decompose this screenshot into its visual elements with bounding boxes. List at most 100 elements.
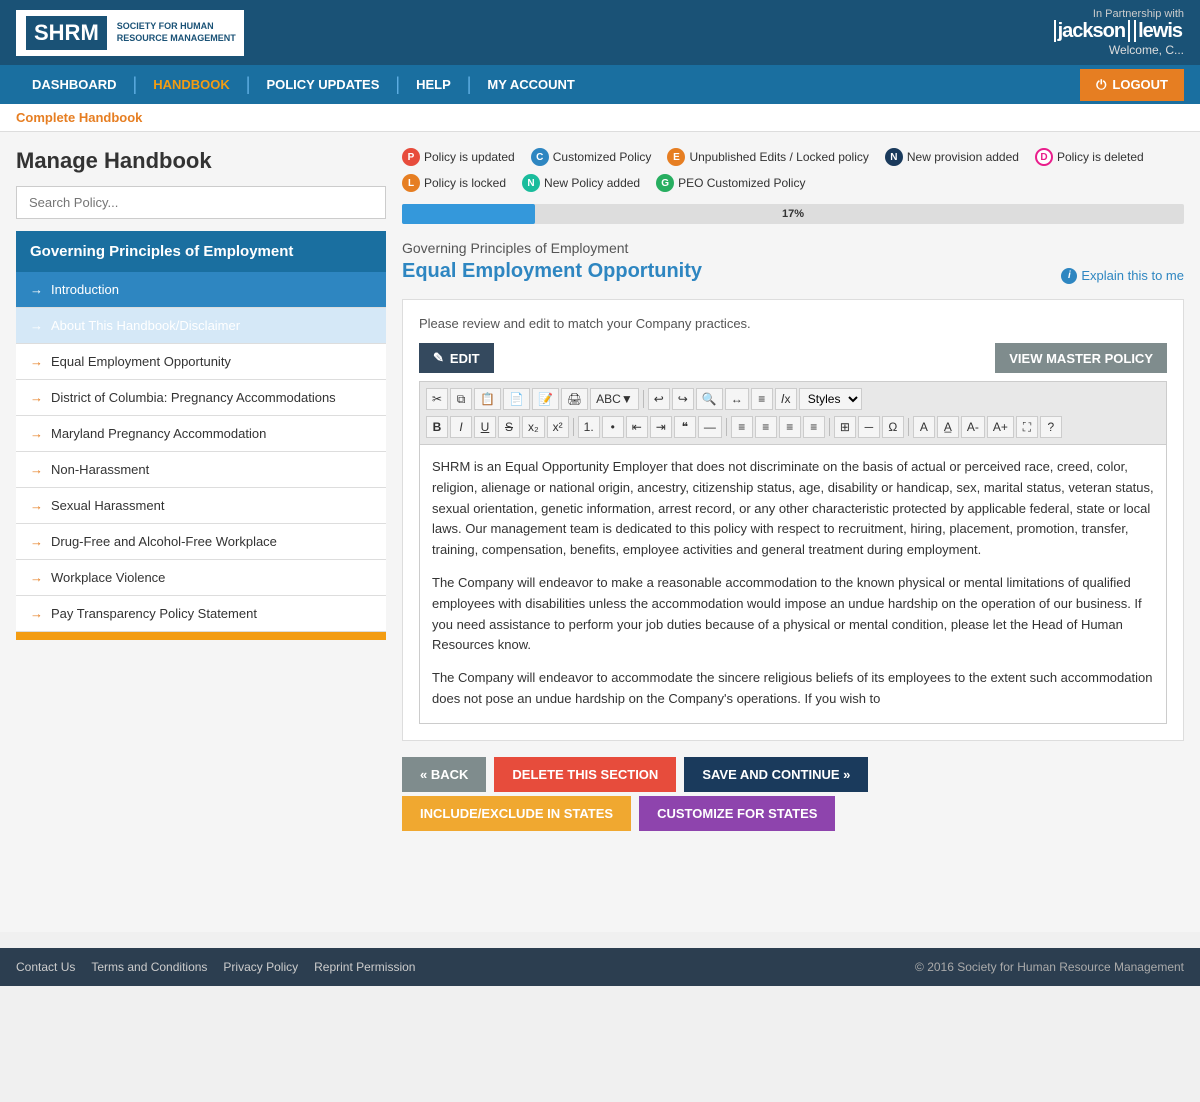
sidebar-item-label: Pay Transparency Policy Statement [51,606,257,621]
toolbar-row-1: ✂ ⧉ 📋 📄 📝 🖨 ABC▼ ↩ ↪ 🔍 ↔ ≡ 𝐼x Styles [426,386,862,412]
arrow-icon: → [30,606,43,621]
sidebar-item-non-harassment[interactable]: → Non-Harassment [16,452,386,488]
legend-label-customized: Customized Policy [553,150,652,164]
sidebar-item-label: Maryland Pregnancy Accommodation [51,426,266,441]
tb-spellcheck[interactable]: ABC▼ [590,388,639,410]
tb-blockquote[interactable]: ❝ [674,416,696,438]
logout-button[interactable]: ⏻ LOGOUT [1080,69,1184,101]
tb-fullscreen[interactable]: ⛶ [1016,416,1038,438]
toolbar-row-2: B I U S x₂ x² 1. • ⇤ ⇥ ❝ — ≡ ≡ ≡ [426,414,1014,440]
sidebar-item-label: About This Handbook/Disclaimer [51,318,240,333]
tb-undo[interactable]: ↩ [648,388,670,410]
sidebar-item-about[interactable]: → About This Handbook/Disclaimer [16,308,386,344]
explain-link[interactable]: i Explain this to me [1061,268,1184,284]
sidebar-item-introduction[interactable]: → Introduction [16,272,386,308]
logout-label: LOGOUT [1112,77,1168,92]
tb-copy[interactable]: ⧉ [450,388,472,410]
tb-paste1[interactable]: 📋 [474,388,501,410]
footer-reprint[interactable]: Reprint Permission [314,960,415,974]
tb-styles-select[interactable]: Styles [799,388,862,410]
main-nav: DASHBOARD | HANDBOOK | POLICY UPDATES | … [0,65,1200,104]
tb-paste3[interactable]: 📝 [532,388,559,410]
toolbar-row-3: ⛶ ? [1016,414,1062,440]
sidebar-item-drug-free[interactable]: → Drug-Free and Alcohol-Free Workplace [16,524,386,560]
tb-font-size-inc[interactable]: A+ [987,416,1014,438]
sidebar-item-workplace-violence[interactable]: → Workplace Violence [16,560,386,596]
sidebar-title: Manage Handbook [16,148,386,174]
search-input[interactable] [16,186,386,219]
arrow-icon: → [30,570,43,585]
footer-contact[interactable]: Contact Us [16,960,75,974]
partner-name-1: jackson [1054,20,1125,42]
tb-italic[interactable]: I [450,416,472,438]
footer-links: Contact Us Terms and Conditions Privacy … [16,960,415,974]
tb-redo[interactable]: ↪ [672,388,694,410]
nav-help[interactable]: HELP [400,65,467,104]
badge-updated: P [402,148,420,166]
sidebar-item-label: Drug-Free and Alcohol-Free Workplace [51,534,277,549]
tb-bold[interactable]: B [426,416,448,438]
editor-box: Please review and edit to match your Com… [402,299,1184,741]
nav-policy-updates[interactable]: POLICY UPDATES [250,65,395,104]
tb-symbol[interactable]: Ω [882,416,904,438]
sidebar-item-label: Workplace Violence [51,570,165,585]
logout-icon: ⏻ [1096,77,1106,93]
tb-font-size-dec[interactable]: A- [961,416,985,438]
tb-align-center[interactable]: ≡ [755,416,777,438]
nav-dashboard[interactable]: DASHBOARD [16,65,133,104]
tb-paste2[interactable]: 📄 [503,388,530,410]
view-master-button[interactable]: VIEW MASTER POLICY [995,343,1167,373]
nav-my-account[interactable]: MY ACCOUNT [471,65,590,104]
sidebar-item-md-pregnancy[interactable]: → Maryland Pregnancy Accommodation [16,416,386,452]
tb-replace[interactable]: ↔ [725,388,749,410]
footer: Contact Us Terms and Conditions Privacy … [0,948,1200,986]
tb-font-color[interactable]: A [913,416,935,438]
back-button[interactable]: « BACK [402,757,486,792]
progress-bar-outer: 17% [402,204,1184,224]
tb-select-all[interactable]: ≡ [751,388,773,410]
tb-hr[interactable]: — [698,416,722,438]
tb-help[interactable]: ? [1040,416,1062,438]
tb-sep-4 [829,418,830,436]
sidebar-item-sexual-harassment[interactable]: → Sexual Harassment [16,488,386,524]
tb-strikethrough[interactable]: S [498,416,520,438]
tb-find[interactable]: 🔍 [696,388,723,410]
save-continue-button[interactable]: SAVE AND CONTINUE » [684,757,868,792]
tb-superscript[interactable]: x² [547,416,569,438]
sidebar-item-dc-pregnancy[interactable]: → District of Columbia: Pregnancy Accomm… [16,380,386,416]
sidebar-item-label: Equal Employment Opportunity [51,354,231,369]
tb-ol[interactable]: 1. [578,416,600,438]
tb-underline[interactable]: U [474,416,496,438]
footer-privacy[interactable]: Privacy Policy [223,960,298,974]
legend-item-locked: L Policy is locked [402,174,506,192]
delete-button[interactable]: DELETE THIS SECTION [494,757,676,792]
tb-align-justify[interactable]: ≡ [803,416,825,438]
nav-handbook[interactable]: HANDBOOK [137,65,246,104]
legend-label-locked: Policy is locked [424,176,506,190]
tb-indent[interactable]: ⇥ [650,416,672,438]
breadcrumb-link[interactable]: Complete Handbook [16,110,142,125]
edit-icon: ✎ [433,350,444,366]
policy-group-header: Governing Principles of Employment [16,231,386,272]
sidebar-item-eeo[interactable]: → Equal Employment Opportunity [16,344,386,380]
legend-item-updated: P Policy is updated [402,148,515,166]
right-panel: P Policy is updated C Customized Policy … [402,148,1184,916]
tb-subscript[interactable]: x₂ [522,416,545,438]
tb-bg-color[interactable]: A̲ [937,416,959,438]
sidebar-item-pay-transparency[interactable]: → Pay Transparency Policy Statement [16,596,386,632]
tb-outdent[interactable]: ⇤ [626,416,648,438]
tb-remove-format[interactable]: 𝐼x [775,388,797,410]
tb-hr2[interactable]: ─ [858,416,880,438]
customize-states-button[interactable]: CUSTOMIZE FOR STATES [639,796,835,831]
tb-cut[interactable]: ✂ [426,388,448,410]
tb-ul[interactable]: • [602,416,624,438]
tb-align-right[interactable]: ≡ [779,416,801,438]
include-exclude-button[interactable]: INCLUDE/EXCLUDE IN STATES [402,796,631,831]
footer-terms[interactable]: Terms and Conditions [91,960,207,974]
tb-table[interactable]: ⊞ [834,416,856,438]
bottom-actions: « BACK DELETE THIS SECTION SAVE AND CONT… [402,757,1184,792]
edit-button[interactable]: ✎ EDIT [419,343,494,373]
tb-align-left[interactable]: ≡ [731,416,753,438]
editor-content-area[interactable]: SHRM is an Equal Opportunity Employer th… [419,444,1167,724]
tb-print[interactable]: 🖨 [561,388,588,410]
